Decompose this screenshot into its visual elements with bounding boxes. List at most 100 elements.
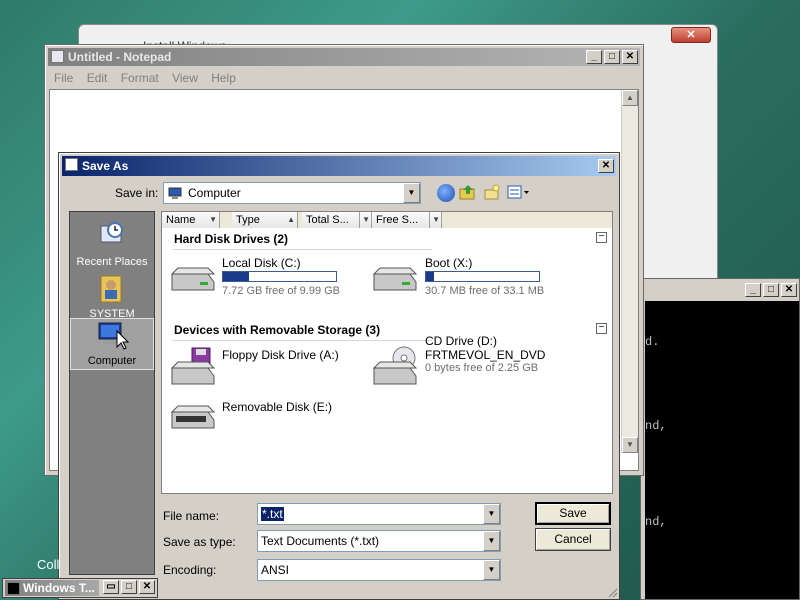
group-divider (172, 249, 432, 250)
column-free-space[interactable]: Free S... (372, 212, 430, 228)
save-as-titlebar[interactable]: Save As ✕ (62, 156, 616, 176)
save-as-type-dropdown[interactable]: Text Documents (*.txt) ▼ (257, 530, 501, 552)
encoding-dropdown[interactable]: ANSI ▼ (257, 559, 501, 581)
minimized-window[interactable]: Windows T... ▭ □ ✕ (2, 578, 158, 598)
notepad-title: Untitled - Notepad (68, 50, 172, 64)
file-list[interactable]: Name ▼ Type ▲ Total S... ▼ Free S... ▼ Har… (161, 211, 613, 494)
drive-name[interactable]: Removable Disk (E:) (222, 400, 332, 414)
drive-free-space: 30.7 MB free of 33.1 MB (425, 285, 545, 297)
file-name-label: File name: (163, 509, 220, 523)
chevron-down-icon: ▼ (432, 215, 440, 224)
menu-file[interactable]: File (49, 69, 78, 87)
notepad-icon (65, 158, 78, 171)
drive-name[interactable]: Floppy Disk Drive (A:) (222, 348, 339, 362)
encoding-label: Encoding: (163, 563, 217, 577)
chevron-down-icon[interactable]: ▼ (483, 504, 500, 524)
notepad-minimize-button[interactable]: _ (586, 50, 602, 64)
cmd-line: d. (645, 335, 660, 349)
menu-help[interactable]: Help (206, 69, 241, 87)
places-item-system[interactable]: SYSTEM (70, 270, 154, 322)
chevron-down-icon[interactable]: ▼ (403, 183, 420, 203)
file-name-value: *.txt (261, 507, 284, 521)
resize-grip-icon[interactable] (606, 586, 618, 598)
drive-name[interactable]: Boot (X:) (425, 256, 472, 270)
group-header: Devices with Removable Storage (3) (174, 323, 381, 337)
up-folder-icon[interactable] (459, 183, 477, 201)
cmd-line: nd, (645, 515, 667, 529)
drive-free-space: 0 bytes free of 2.25 GB (425, 362, 539, 374)
cmd-line: nd, (645, 419, 667, 433)
save-in-dropdown[interactable]: Computer ▼ (163, 182, 421, 204)
places-bar: Recent Places SYSTEM Computer (69, 211, 155, 575)
column-label: Free S... (376, 214, 419, 226)
notepad-maximize-button[interactable]: □ (604, 50, 620, 64)
scroll-down-arrow-icon[interactable]: ▼ (622, 437, 638, 453)
column-label: Total S... (306, 214, 349, 226)
cmd-output: d. nd, nd, (645, 301, 799, 599)
column-total-size[interactable]: Total S... (302, 212, 360, 228)
new-folder-icon[interactable] (483, 183, 501, 201)
places-item-recent[interactable]: Recent Places (70, 218, 154, 270)
save-as-title: Save As (82, 159, 129, 173)
drive-name[interactable]: Local Disk (C:) (222, 256, 301, 270)
cmd-maximize-button[interactable]: □ (763, 283, 779, 297)
chevron-down-icon: ▲ (287, 215, 295, 224)
column-sort[interactable]: ▼ (430, 212, 442, 228)
drive-usage-bar (222, 271, 337, 282)
cd-drive-icon (372, 346, 418, 385)
collapse-group-icon[interactable]: − (596, 232, 607, 243)
hard-disk-icon (372, 267, 418, 291)
close-button[interactable]: ✕ (139, 580, 155, 594)
menu-format[interactable]: Format (116, 69, 164, 87)
places-item-computer[interactable]: Computer (70, 318, 154, 370)
chevron-down-icon[interactable]: ▼ (483, 560, 500, 580)
notepad-menubar: File Edit Format View Help (49, 69, 639, 87)
drive-free-space: 7.72 GB free of 9.99 GB (222, 285, 341, 297)
notepad-icon (51, 50, 64, 63)
cancel-button[interactable]: Cancel (535, 528, 611, 551)
column-label: Type (236, 214, 260, 226)
back-icon[interactable] (437, 184, 455, 202)
restore-button[interactable]: ▭ (103, 580, 119, 594)
removable-disk-icon (170, 405, 216, 429)
notepad-titlebar[interactable]: Untitled - Notepad _ □ ✕ (48, 48, 640, 66)
notepad-vertical-scrollbar[interactable]: ▲ ▼ (621, 90, 638, 453)
cmd-icon (7, 582, 20, 595)
drive-usage-fill (426, 272, 434, 281)
menu-view[interactable]: View (167, 69, 203, 87)
notepad-close-button[interactable]: ✕ (622, 50, 638, 64)
save-as-type-label: Save as type: (163, 535, 236, 549)
save-in-value: Computer (188, 186, 241, 200)
hard-disk-icon (170, 267, 216, 291)
menu-edit[interactable]: Edit (82, 69, 113, 87)
drive-name[interactable]: CD Drive (D:) (425, 334, 497, 348)
encoding-value: ANSI (261, 563, 290, 577)
maximize-button[interactable]: □ (121, 580, 137, 594)
cmd-minimize-button[interactable]: _ (745, 283, 761, 297)
save-in-label: Save in: (115, 186, 159, 200)
chevron-down-icon: ▼ (362, 215, 370, 224)
drive-usage-bar (425, 271, 540, 282)
collapse-group-icon[interactable]: − (596, 323, 607, 334)
chevron-down-icon: ▼ (209, 215, 217, 224)
places-label: Computer (87, 355, 137, 367)
column-sort[interactable]: ▼ (360, 212, 372, 228)
scroll-up-arrow-icon[interactable]: ▲ (622, 90, 638, 106)
user-folder-icon (100, 275, 122, 303)
install-close-button[interactable]: ✕ (671, 27, 711, 43)
column-type[interactable]: Type ▲ (232, 212, 298, 228)
file-name-input[interactable]: *.txt ▼ (257, 503, 501, 525)
column-name[interactable]: Name ▼ (162, 212, 220, 228)
cmd-close-button[interactable]: ✕ (781, 283, 797, 297)
view-menu-icon[interactable] (507, 184, 531, 200)
chevron-down-icon[interactable]: ▼ (483, 531, 500, 551)
recent-places-icon (100, 222, 123, 243)
column-header: Name ▼ Type ▲ Total S... ▼ Free S... ▼ (162, 212, 612, 228)
floppy-drive-icon (170, 347, 216, 385)
save-as-close-button[interactable]: ✕ (598, 159, 614, 173)
save-as-type-value: Text Documents (*.txt) (261, 534, 380, 548)
save-button[interactable]: Save (535, 502, 611, 525)
background-text: Coll (37, 557, 60, 572)
group-divider (172, 340, 432, 341)
command-prompt-window: _ □ ✕ d. nd, nd, (640, 278, 800, 600)
